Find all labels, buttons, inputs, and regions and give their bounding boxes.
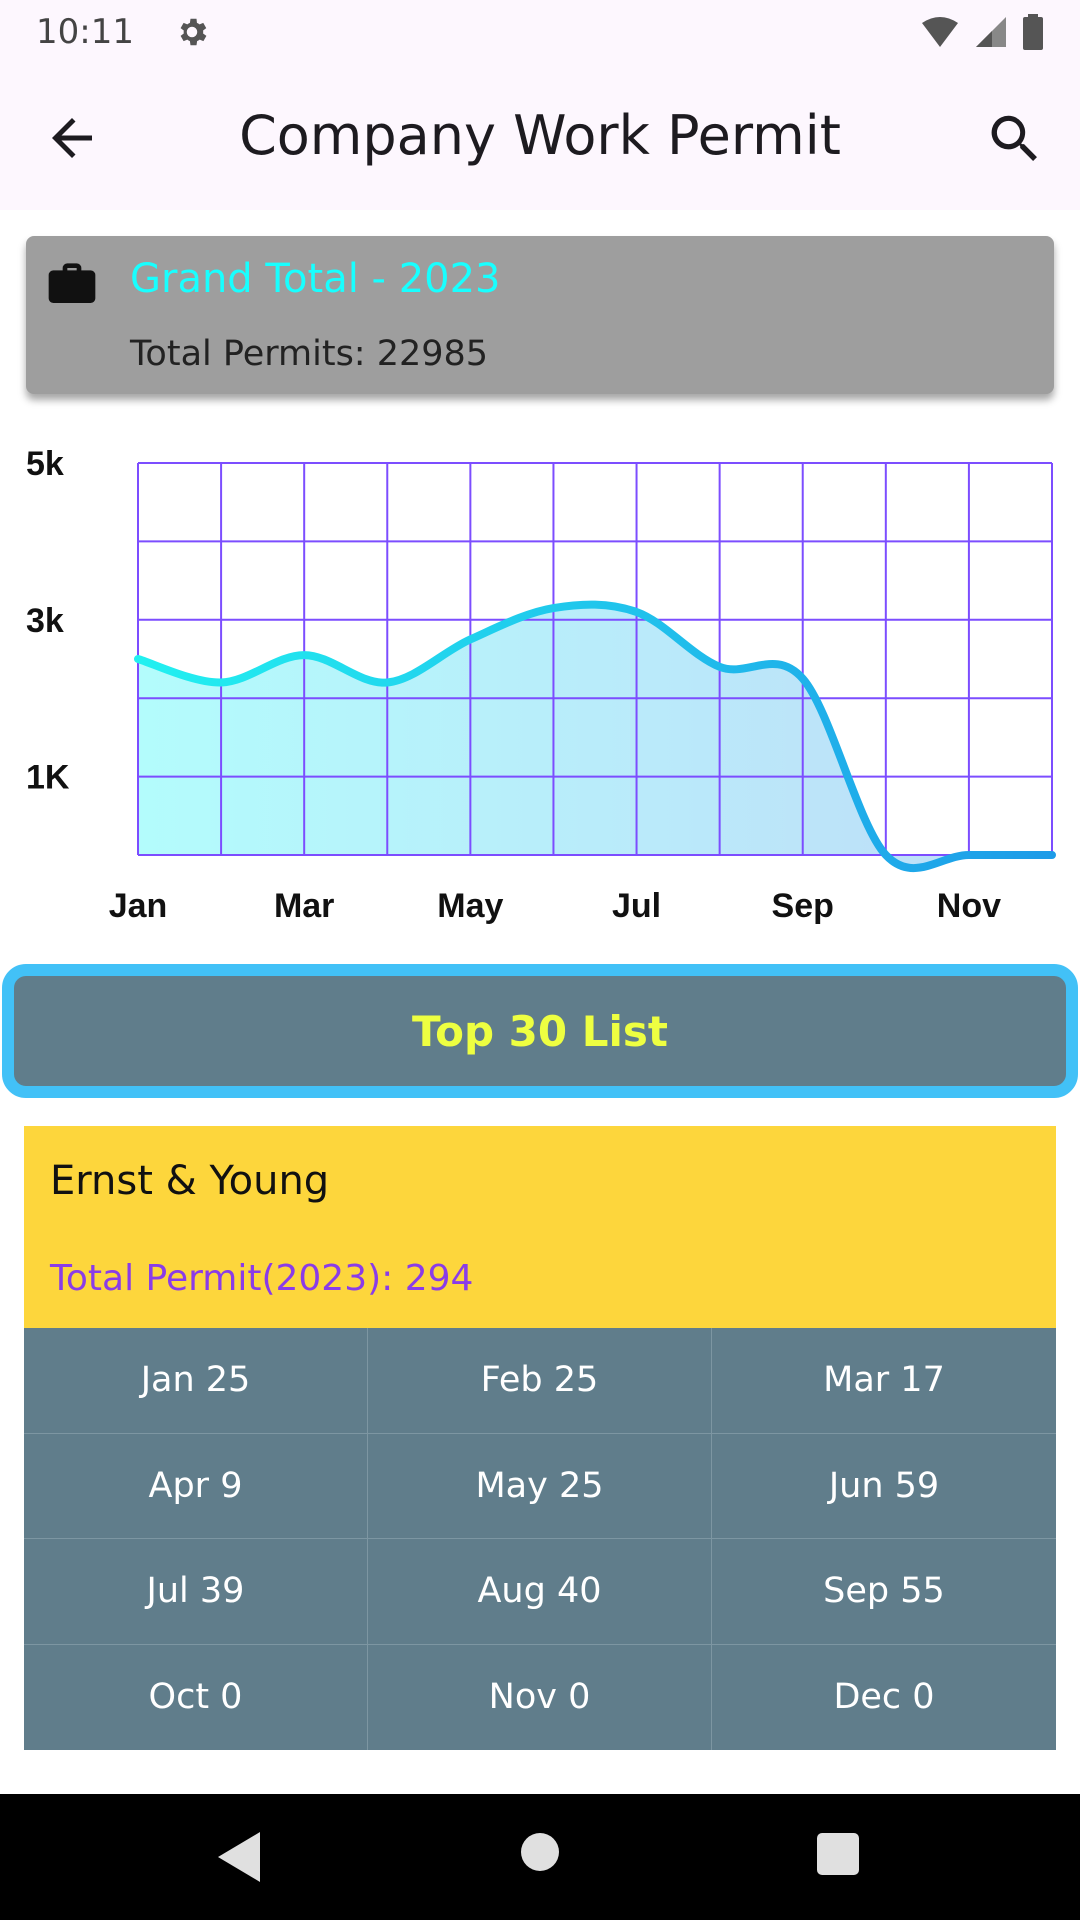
month-cell-oct: Oct 0 bbox=[24, 1644, 368, 1750]
chart-x-tick-label: May bbox=[437, 887, 503, 925]
top30-list-button[interactable]: Top 30 List bbox=[14, 976, 1066, 1086]
chart-y-tick-label: 5k bbox=[26, 445, 64, 483]
wifi-icon bbox=[922, 17, 958, 47]
system-nav-bar bbox=[0, 1794, 1080, 1920]
month-cell-jan: Jan 25 bbox=[24, 1328, 368, 1434]
nav-home-icon[interactable] bbox=[520, 1832, 560, 1872]
company-month-grid: Jan 25 Feb 25 Mar 17 Apr 9 May 25 Jun 59… bbox=[24, 1328, 1056, 1750]
briefcase-icon bbox=[48, 263, 96, 303]
status-indicators bbox=[920, 14, 1044, 50]
chart-x-tick-label: Jan bbox=[109, 887, 168, 925]
grand-total-permits: Total Permits: 22985 bbox=[130, 334, 489, 374]
month-cell-feb: Feb 25 bbox=[368, 1328, 712, 1434]
status-bar: 10:11 bbox=[0, 0, 1080, 64]
grand-total-card: Grand Total - 2023 Total Permits: 22985 bbox=[26, 236, 1054, 394]
page-title: Company Work Permit bbox=[239, 104, 841, 167]
month-cell-apr: Apr 9 bbox=[24, 1433, 368, 1539]
company-card[interactable]: Ernst & Young Total Permit(2023): 294 bbox=[24, 1126, 1056, 1328]
top30-button-frame: Top 30 List bbox=[2, 964, 1078, 1098]
month-cell-nov: Nov 0 bbox=[368, 1644, 712, 1750]
search-icon[interactable] bbox=[984, 108, 1046, 170]
month-cell-may: May 25 bbox=[368, 1433, 712, 1539]
grand-total-title: Grand Total - 2023 bbox=[130, 256, 501, 302]
company-name: Ernst & Young bbox=[50, 1158, 330, 1204]
chart-y-tick-label: 1K bbox=[26, 759, 70, 797]
chart-x-tick-label: Nov bbox=[937, 887, 1001, 925]
app-bar: Company Work Permit bbox=[0, 64, 1080, 210]
month-cell-mar: Mar 17 bbox=[712, 1328, 1056, 1434]
chart-x-tick-label: Jul bbox=[612, 887, 661, 925]
chart-area-fill bbox=[138, 604, 1052, 869]
chart-x-tick-label: Sep bbox=[772, 887, 834, 925]
nav-back-icon[interactable] bbox=[214, 1830, 264, 1884]
month-cell-sep: Sep 55 bbox=[712, 1539, 1056, 1645]
month-cell-jun: Jun 59 bbox=[712, 1434, 1056, 1539]
month-cell-jul: Jul 39 bbox=[24, 1539, 368, 1645]
battery-icon bbox=[1023, 14, 1043, 50]
month-cell-aug: Aug 40 bbox=[368, 1539, 712, 1645]
signal-icon bbox=[976, 17, 1006, 47]
status-time: 10:11 bbox=[36, 12, 134, 52]
permit-area-chart: 5k 3k 1K Jan Mar May Jul Sep Nov bbox=[26, 445, 1056, 925]
settings-gear-icon bbox=[180, 18, 207, 46]
chart-y-tick-label: 3k bbox=[26, 602, 64, 640]
month-cell-dec: Dec 0 bbox=[833, 1677, 935, 1718]
chart-x-tick-label: Mar bbox=[274, 887, 334, 925]
company-total-permit: Total Permit(2023): 294 bbox=[50, 1258, 474, 1299]
nav-recents-icon[interactable] bbox=[816, 1832, 860, 1876]
